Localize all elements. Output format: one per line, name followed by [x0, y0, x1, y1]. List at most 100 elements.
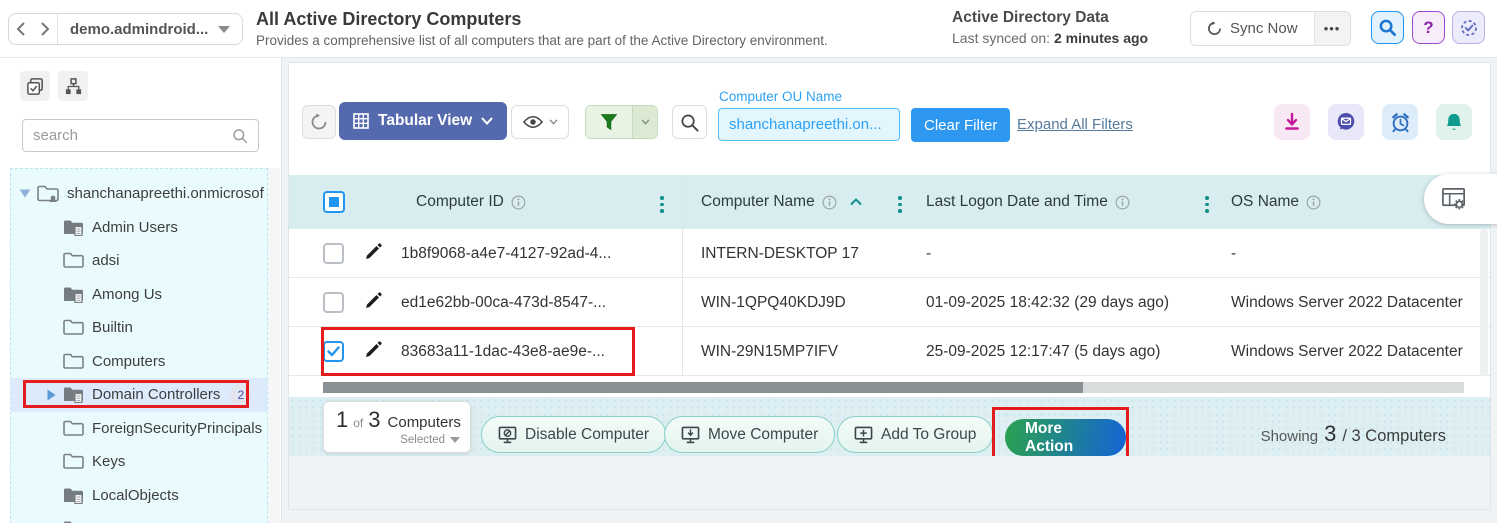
- edit-row-button[interactable]: [363, 340, 383, 365]
- button-label: Disable Computer: [525, 425, 650, 443]
- column-menu-icon[interactable]: [898, 196, 902, 213]
- global-search-button[interactable]: [1371, 11, 1404, 44]
- refresh-button[interactable]: [302, 105, 336, 139]
- tree-item-label: Domain Controllers: [92, 386, 221, 404]
- move-computer-icon: [681, 426, 700, 443]
- table-search-button[interactable]: [672, 105, 707, 139]
- table-row[interactable]: 1b8f9068-a4e7-4127-92ad-4... INTERN-DESKT…: [289, 229, 1490, 278]
- question-mark-icon: ?: [1423, 17, 1434, 37]
- export-download-button[interactable]: [1274, 104, 1310, 140]
- table-row[interactable]: 83683a11-1dac-43e8-ae9e-... WIN-29N15MP7I…: [289, 327, 1490, 376]
- edit-row-button[interactable]: [363, 291, 383, 316]
- ou-folder-icon: [64, 387, 83, 404]
- chevron-down-icon: [549, 119, 557, 125]
- forward-button[interactable]: [33, 14, 57, 44]
- add-to-group-button[interactable]: Add To Group: [837, 416, 994, 453]
- edit-row-button[interactable]: [363, 242, 383, 267]
- select-objects-button[interactable]: [20, 71, 50, 101]
- more-action-button[interactable]: More Action: [1005, 419, 1126, 456]
- table-horizontal-scrollbar[interactable]: [323, 382, 1464, 393]
- sync-now-button[interactable]: Sync Now: [1191, 12, 1314, 45]
- count-badge: 2: [230, 384, 252, 406]
- help-button[interactable]: ?: [1412, 11, 1445, 44]
- move-computer-button[interactable]: Move Computer: [664, 416, 836, 453]
- domain-root-icon: [37, 185, 59, 203]
- ou-folder-icon: [64, 220, 83, 236]
- alarm-clock-icon: [1391, 112, 1409, 132]
- tree-item-shanchanapreethi-onmicrosof[interactable]: shanchanapreethi.onmicrosof: [11, 177, 267, 211]
- filter-button[interactable]: [586, 106, 632, 138]
- info-icon: [822, 195, 837, 209]
- table-settings-icon: [1442, 187, 1466, 210]
- tree-item-adsi[interactable]: adsi: [11, 244, 267, 278]
- chevron-down-icon: [218, 25, 231, 33]
- back-button[interactable]: [9, 14, 33, 44]
- tree-item-localobjects[interactable]: LocalObjects: [11, 479, 267, 513]
- row-checkbox[interactable]: [323, 292, 344, 313]
- select-all-checkbox[interactable]: [323, 191, 345, 213]
- clear-filter-label: Clear Filter: [924, 116, 998, 134]
- row-checkbox[interactable]: [323, 341, 344, 362]
- refresh-icon: [311, 113, 327, 130]
- button-label: Move Computer: [708, 425, 819, 443]
- chevron-down-icon: [641, 119, 649, 125]
- navigation-group: demo.admindroid...: [8, 13, 244, 45]
- annotation-box-more-action: More Action: [992, 407, 1129, 462]
- column-menu-icon[interactable]: [1205, 196, 1209, 213]
- column-settings-button[interactable]: [1424, 174, 1497, 224]
- scrollbar-thumb[interactable]: [323, 382, 1083, 393]
- feedback-message-button[interactable]: [1328, 104, 1364, 140]
- view-mode-dropdown[interactable]: Tabular View: [339, 102, 508, 140]
- tenant-dropdown[interactable]: demo.admindroid...: [58, 21, 242, 38]
- tenant-name: demo.admindroid...: [70, 20, 209, 38]
- sync-more-options-button[interactable]: •••: [1313, 12, 1350, 45]
- table-row[interactable]: ed1e62bb-00ca-473d-8547-... WIN-1QPQ40KDJ…: [289, 278, 1490, 327]
- multi-select-icon: [26, 77, 43, 95]
- table-vertical-scrollbar[interactable]: [1480, 229, 1488, 376]
- scheduled-tasks-button[interactable]: [1452, 11, 1485, 44]
- tree-item-computers[interactable]: Computers: [11, 345, 267, 379]
- sync-icon: [1208, 21, 1221, 35]
- filter-dropdown-button[interactable]: [632, 106, 657, 138]
- view-mode-label: Tabular View: [378, 112, 473, 129]
- column-header-computer-id[interactable]: Computer ID: [416, 175, 526, 229]
- sidebar-search-input[interactable]: [33, 127, 232, 144]
- column-header-computer-name[interactable]: Computer Name: [701, 175, 862, 229]
- tree-item-among-us[interactable]: Among Us: [11, 278, 267, 312]
- row-checkbox[interactable]: [323, 243, 344, 264]
- notifications-button[interactable]: [1436, 104, 1472, 140]
- tree-item-domain-controllers[interactable]: Domain Controllers 2: [11, 378, 267, 412]
- tree-item-admin-users[interactable]: Admin Users: [11, 211, 267, 245]
- table-grid-icon: [353, 113, 369, 129]
- expand-all-filters-link[interactable]: Expand All Filters: [1017, 116, 1133, 133]
- showing-summary: Showing 3 / 3 Computers: [1261, 421, 1446, 447]
- tree-item-item[interactable]: [11, 512, 267, 523]
- tree-item-builtin[interactable]: Builtin: [11, 311, 267, 345]
- sync-label: Last synced on:: [952, 30, 1051, 46]
- tree-collapsed-icon: [47, 389, 55, 401]
- column-menu-icon[interactable]: [660, 196, 664, 213]
- panel-footer: [289, 456, 1490, 509]
- filter-split-button: [585, 105, 658, 139]
- sync-value: 2 minutes ago: [1053, 30, 1149, 46]
- tree-item-label: Admin Users: [92, 218, 178, 236]
- column-header-last-logon[interactable]: Last Logon Date and Time: [926, 175, 1130, 229]
- sync-info-title: Active Directory Data: [952, 9, 1109, 26]
- column-visibility-dropdown[interactable]: [511, 105, 569, 139]
- sidebar-scrollbar[interactable]: [268, 168, 280, 523]
- button-label: Add To Group: [881, 425, 977, 443]
- disable-computer-button[interactable]: Disable Computer: [481, 416, 667, 453]
- sync-split-button: Sync Now •••: [1190, 11, 1351, 46]
- tree-item-keys[interactable]: Keys: [11, 445, 267, 479]
- hierarchy-view-button[interactable]: [58, 71, 88, 101]
- tree-item-foreignsecurityprincipals[interactable]: ForeignSecurityPrincipals: [11, 412, 267, 446]
- clear-filter-button[interactable]: Clear Filter: [911, 108, 1011, 142]
- column-header-os-name[interactable]: OS Name: [1231, 175, 1321, 229]
- cell-os-name: Windows Server 2022 Datacenter: [1231, 293, 1463, 311]
- add-to-group-icon: [854, 426, 873, 443]
- schedule-alert-button[interactable]: [1382, 104, 1418, 140]
- computer-ou-name-input[interactable]: [718, 108, 900, 141]
- selection-count-dropdown[interactable]: 1 of 3 Computers Selected: [323, 401, 471, 453]
- download-icon: [1285, 112, 1299, 130]
- total-count: 3: [368, 407, 381, 432]
